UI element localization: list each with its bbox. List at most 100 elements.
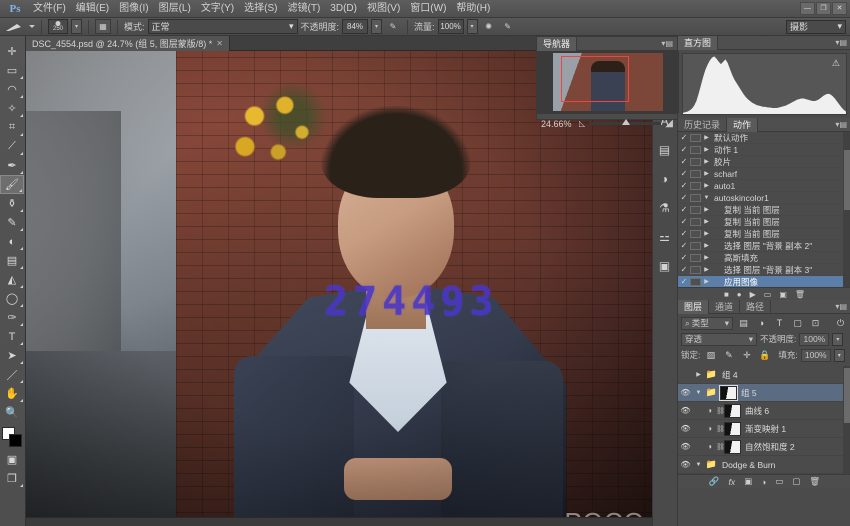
- type-tool[interactable]: T: [0, 327, 24, 346]
- layer-row[interactable]: 👁▼📁组 5: [678, 384, 850, 402]
- brush-tool[interactable]: 🖌: [0, 175, 24, 194]
- brush-size-stepper[interactable]: ▾: [71, 19, 82, 34]
- clone-stamp-tool[interactable]: ⚱: [0, 194, 24, 213]
- crop-tool[interactable]: ⌗: [0, 118, 24, 137]
- action-row[interactable]: ✓▶scharf: [678, 168, 850, 180]
- menu-item-6[interactable]: 滤镜(T): [283, 0, 326, 18]
- lock-position-icon[interactable]: ✛: [739, 349, 754, 362]
- action-toggle-icon[interactable]: ✓: [678, 217, 690, 226]
- panel-menu-icon[interactable]: ▾▤: [661, 39, 677, 48]
- action-row[interactable]: ✓▶高斯填充: [678, 252, 850, 264]
- action-toggle-icon[interactable]: ✓: [678, 253, 690, 262]
- menu-item-10[interactable]: 帮助(H): [451, 0, 495, 18]
- layer-row[interactable]: 👁▼📁Dodge & Burn: [678, 456, 850, 474]
- tab-channels[interactable]: 通道: [709, 300, 740, 314]
- play-icon[interactable]: ▶: [750, 290, 756, 299]
- layer-opacity-field[interactable]: 100%: [799, 333, 829, 346]
- layer-row[interactable]: 👁◑⛓曲线 6: [678, 402, 850, 420]
- pixel-filter-icon[interactable]: ▤: [736, 317, 751, 330]
- action-dialog-toggle-icon[interactable]: [690, 254, 701, 262]
- zoom-slider[interactable]: [589, 122, 661, 125]
- filter-power-icon[interactable]: ⏻: [833, 317, 848, 330]
- layers-scrollbar[interactable]: [843, 366, 850, 474]
- new-layer-icon[interactable]: ▢: [792, 476, 800, 487]
- action-toggle-icon[interactable]: ✓: [678, 157, 690, 166]
- mask-link-icon[interactable]: ⛓: [716, 443, 722, 451]
- layers-scroll-thumb[interactable]: [844, 368, 850, 423]
- shape-filter-icon[interactable]: ▢: [790, 317, 805, 330]
- close-icon[interactable]: ✕: [216, 39, 223, 48]
- workspace-select[interactable]: 摄影 ▾: [786, 20, 846, 34]
- gradient-tool[interactable]: ▤: [0, 251, 24, 270]
- layers-list[interactable]: ▶📁组 4👁▼📁组 5👁◑⛓曲线 6👁◑⛓渐变映射 1👁◑⛓自然饱和度 2👁▼📁…: [678, 366, 850, 474]
- lasso-tool[interactable]: ◠: [0, 80, 24, 99]
- action-row[interactable]: ✓▶auto1: [678, 180, 850, 192]
- action-dialog-toggle-icon[interactable]: [690, 170, 701, 178]
- menu-item-9[interactable]: 窗口(W): [405, 0, 451, 18]
- layer-group-expand-icon[interactable]: ▼: [694, 390, 703, 396]
- tab-history[interactable]: 历史记录: [678, 118, 727, 132]
- action-expand-icon[interactable]: ▶: [701, 266, 712, 273]
- color-swatches[interactable]: [0, 426, 24, 450]
- action-toggle-icon[interactable]: ✓: [678, 193, 690, 202]
- layer-mask-thumbnail[interactable]: [724, 422, 741, 436]
- navigator-thumbnail[interactable]: [537, 51, 679, 113]
- action-dialog-toggle-icon[interactable]: [690, 146, 701, 154]
- layer-mask-icon[interactable]: ▣: [744, 476, 752, 487]
- actions-scrollbar[interactable]: [843, 132, 850, 287]
- pen-tool[interactable]: ✑: [0, 308, 24, 327]
- brush-size-field[interactable]: 250: [48, 19, 68, 34]
- actions-rail-icon[interactable]: ▣: [653, 253, 676, 278]
- menu-item-7[interactable]: 3D(D): [325, 0, 362, 18]
- layer-blend-mode-select[interactable]: 穿透 ▾: [681, 333, 757, 346]
- action-expand-icon[interactable]: ▶: [701, 218, 712, 225]
- action-dialog-toggle-icon[interactable]: [690, 242, 701, 250]
- delete-icon[interactable]: 🗑: [795, 290, 805, 299]
- action-expand-icon[interactable]: ▶: [701, 242, 712, 249]
- flow-field[interactable]: 100%: [438, 19, 464, 34]
- layer-group-expand-icon[interactable]: ▶: [694, 371, 703, 378]
- link-layers-icon[interactable]: 🔗: [709, 476, 720, 487]
- action-dialog-toggle-icon[interactable]: [690, 230, 701, 238]
- action-dialog-toggle-icon[interactable]: [690, 194, 701, 202]
- action-toggle-icon[interactable]: ✓: [678, 169, 690, 178]
- menu-item-0[interactable]: 文件(F): [28, 0, 71, 18]
- action-expand-icon[interactable]: ▶: [701, 170, 712, 177]
- layer-filter-select[interactable]: ⌕ 类型 ▾: [681, 317, 733, 330]
- action-row[interactable]: ✓▶复制 当前 图层: [678, 216, 850, 228]
- minimize-button[interactable]: —: [800, 2, 815, 15]
- action-dialog-toggle-icon[interactable]: [690, 158, 701, 166]
- layer-visibility-icon[interactable]: 👁: [679, 388, 692, 397]
- layer-mask-thumbnail[interactable]: [720, 386, 737, 400]
- tablet-pressure-size-icon[interactable]: ✎: [500, 19, 516, 34]
- eyedropper-tool[interactable]: ⟋: [0, 137, 24, 156]
- eraser-tool[interactable]: ◐: [0, 232, 24, 251]
- new-group-icon[interactable]: ▭: [775, 476, 783, 487]
- styles-rail-icon[interactable]: ⚍: [653, 224, 676, 249]
- blur-tool[interactable]: ◭: [0, 270, 24, 289]
- layer-visibility-icon[interactable]: 👁: [679, 442, 692, 451]
- lock-image-icon[interactable]: ✎: [721, 349, 736, 362]
- quick-select-tool[interactable]: ✧: [0, 99, 24, 118]
- marquee-tool[interactable]: ▭: [0, 61, 24, 80]
- action-row[interactable]: ✓▶胶片: [678, 156, 850, 168]
- zoom-out-icon[interactable]: ◺: [579, 119, 585, 128]
- paragraph-rail-icon[interactable]: ▤: [653, 137, 676, 162]
- tab-layers[interactable]: 图层: [678, 300, 709, 314]
- zoom-tool[interactable]: 🔍: [0, 403, 24, 422]
- lock-transparent-icon[interactable]: ▨: [703, 349, 718, 362]
- panel-menu-icon[interactable]: ▾▤: [835, 302, 850, 311]
- layer-mask-thumbnail[interactable]: [724, 404, 741, 418]
- layer-row[interactable]: ▶📁组 4: [678, 366, 850, 384]
- stop-icon[interactable]: ■: [724, 290, 729, 299]
- menu-item-1[interactable]: 编辑(E): [71, 0, 114, 18]
- new-folder-icon[interactable]: ▭: [764, 290, 772, 299]
- histogram-warning-icon[interactable]: ⚠: [832, 58, 840, 69]
- tablet-pressure-opacity-icon[interactable]: ✎: [385, 19, 401, 34]
- flow-stepper[interactable]: ▾: [467, 19, 478, 34]
- panel-menu-icon[interactable]: ▾▤: [835, 38, 850, 47]
- brush-preset-icon[interactable]: [4, 20, 26, 34]
- menu-item-2[interactable]: 图像(I): [114, 0, 153, 18]
- action-dialog-toggle-icon[interactable]: [690, 266, 701, 274]
- document-tab[interactable]: DSC_4554.psd @ 24.7% (组 5, 图层蒙版/8) * ✕: [26, 36, 230, 51]
